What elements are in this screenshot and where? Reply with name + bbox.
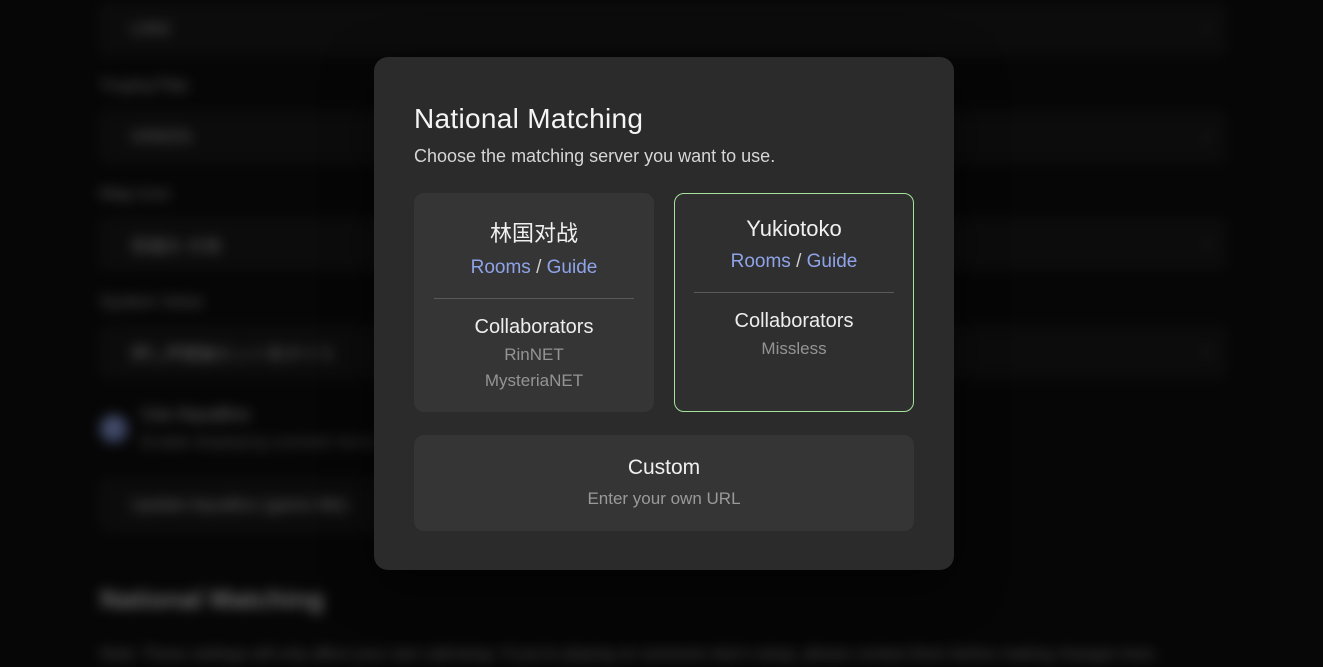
server-cards: 林国对战 Rooms / Guide Collaborators RinNET … [414,193,914,412]
collaborator-name: MysteriaNET [415,371,653,391]
modal-title: National Matching [414,103,914,135]
national-matching-modal: National Matching Choose the matching se… [374,57,954,570]
custom-server-card[interactable]: Custom Enter your own URL [414,435,914,531]
link-separator: / [796,251,801,272]
custom-title: Custom [414,456,914,480]
card-divider [434,298,634,299]
collaborator-name: Missless [675,339,913,359]
rooms-link[interactable]: Rooms [471,257,531,278]
rooms-link[interactable]: Rooms [731,251,791,272]
guide-link[interactable]: Guide [547,257,598,278]
server-card-linguo[interactable]: 林国对战 Rooms / Guide Collaborators RinNET … [414,193,654,412]
server-name: Yukiotoko [675,216,913,242]
guide-link[interactable]: Guide [807,251,858,272]
server-name: 林国对战 [415,216,653,248]
collaborators-title: Collaborators [675,310,913,333]
server-links: Rooms / Guide [415,257,653,279]
custom-subtitle: Enter your own URL [414,489,914,509]
collaborators-title: Collaborators [415,316,653,339]
card-divider [694,292,894,293]
link-separator: / [536,257,541,278]
collaborator-name: RinNET [415,345,653,365]
server-card-yukiotoko[interactable]: Yukiotoko Rooms / Guide Collaborators Mi… [674,193,914,412]
modal-subtitle: Choose the matching server you want to u… [414,146,914,167]
server-links: Rooms / Guide [675,251,913,273]
